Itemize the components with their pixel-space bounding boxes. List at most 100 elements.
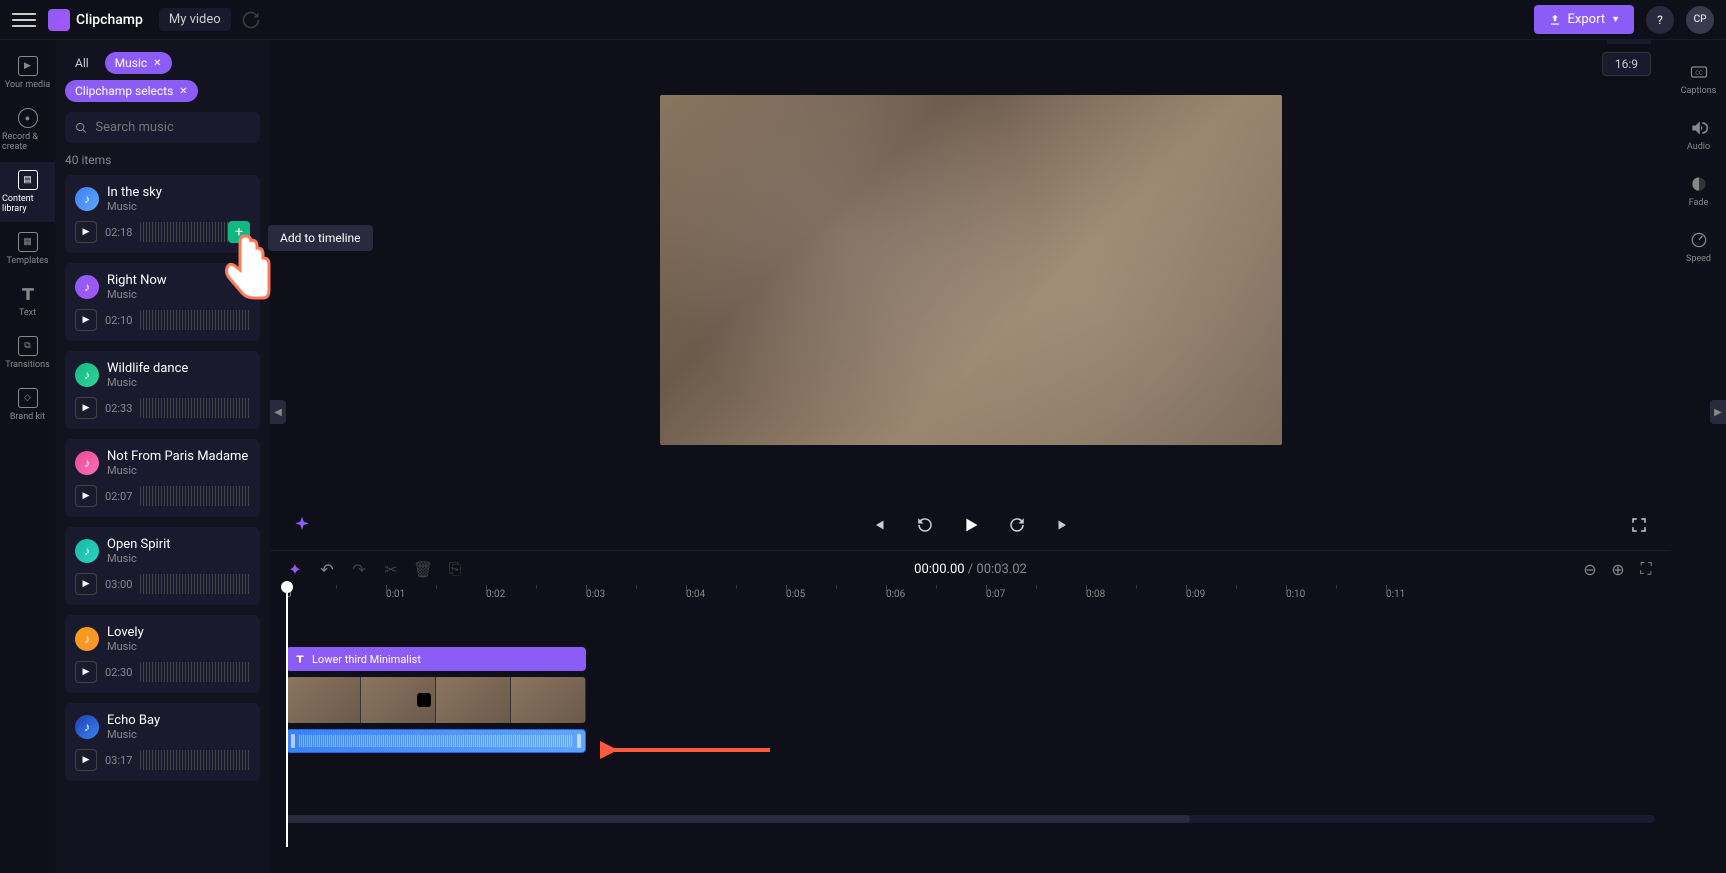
music-track-card[interactable]: ♪ Open SpiritMusic ▶ 03:00	[65, 527, 260, 605]
video-preview[interactable]	[660, 95, 1282, 445]
app-header: Clipchamp My video Export ▼ ? CP	[0, 0, 1726, 40]
speed-tab[interactable]: Speed	[1671, 220, 1726, 274]
help-button[interactable]: ?	[1646, 6, 1674, 34]
skip-forward-button[interactable]	[1051, 513, 1075, 537]
scrollbar-thumb[interactable]	[286, 815, 1190, 823]
ruler-tick: 0:10	[1286, 589, 1305, 600]
timecode-display: 00:00.00 / 00:03.02	[914, 562, 1027, 577]
audio-waveform	[299, 735, 573, 747]
audio-clip[interactable]	[286, 729, 586, 753]
track-title: Not From Paris Madame	[107, 449, 248, 464]
track-waveform	[140, 662, 250, 682]
search-input[interactable]	[95, 120, 250, 135]
timeline-scrollbar[interactable]	[286, 815, 1655, 823]
media-panel: All Music✕ Clipchamp selects✕ 40 items ♪…	[55, 40, 270, 873]
preview-play-button[interactable]: ▶	[75, 749, 97, 771]
forward-button[interactable]	[1005, 513, 1029, 537]
music-note-icon: ♪	[75, 275, 99, 299]
music-note-icon: ♪	[75, 539, 99, 563]
timeline-expand-button[interactable]: ⌄	[1607, 40, 1651, 44]
chip-all[interactable]: All	[65, 52, 99, 74]
video-clip[interactable]	[286, 677, 586, 723]
nav-brand-kit[interactable]: ◇Brand kit	[0, 380, 55, 430]
split-button[interactable]: ✂	[382, 560, 400, 578]
collapse-right-panel-button[interactable]: ▶	[1710, 400, 1726, 424]
duplicate-button[interactable]: ⎘	[446, 560, 464, 578]
close-icon[interactable]: ✕	[153, 58, 161, 69]
music-track-card[interactable]: ♪ LovelyMusic ▶ 02:30	[65, 615, 260, 693]
ruler-tick: 0:06	[886, 589, 905, 600]
ruler-tick: 0:05	[786, 589, 805, 600]
item-count: 40 items	[65, 153, 260, 167]
chip-music[interactable]: Music✕	[105, 52, 172, 74]
track-subtitle: Music	[107, 200, 162, 213]
undo-button[interactable]: ↶	[318, 560, 336, 578]
timeline-ruler[interactable]: 00:010:020:030:040:050:060:070:080:090:1…	[270, 587, 1671, 607]
fade-tab[interactable]: Fade	[1671, 164, 1726, 218]
library-icon: ▤	[18, 170, 38, 190]
rewind-button[interactable]	[913, 513, 937, 537]
preview-play-button[interactable]: ▶	[75, 397, 97, 419]
clip-handle-right[interactable]	[577, 734, 581, 748]
cursor-hand-illustration	[215, 230, 275, 314]
track-waveform	[140, 750, 250, 770]
play-button[interactable]	[959, 513, 983, 537]
nav-templates[interactable]: ▦Templates	[0, 224, 55, 274]
redo-button[interactable]: ↷	[350, 560, 368, 578]
zoom-out-button[interactable]: ⊖	[1581, 560, 1599, 578]
audio-tab[interactable]: Audio	[1671, 108, 1726, 162]
skip-back-button[interactable]	[867, 513, 891, 537]
track-waveform	[140, 574, 250, 594]
playhead[interactable]	[286, 587, 288, 847]
preview-play-button[interactable]: ▶	[75, 661, 97, 683]
music-track-card[interactable]: ♪ Not From Paris MadameMusic ▶ 02:07	[65, 439, 260, 517]
fit-zoom-button[interactable]: ⛶	[1637, 560, 1655, 578]
collapse-panel-button[interactable]: ◀	[270, 400, 286, 424]
nav-text[interactable]: Text	[0, 276, 55, 326]
video-thumbnail	[361, 677, 436, 723]
nav-your-media[interactable]: ▶Your media	[0, 48, 55, 98]
captions-tab[interactable]: CCCaptions	[1671, 52, 1726, 106]
project-name[interactable]: My video	[159, 8, 231, 31]
nav-record-create[interactable]: ●Record & create	[0, 100, 55, 160]
fullscreen-button[interactable]	[1627, 513, 1651, 537]
search-box[interactable]	[65, 112, 260, 143]
track-subtitle: Music	[107, 552, 171, 565]
music-track-card[interactable]: ♪ Echo BayMusic ▶ 03:17	[65, 703, 260, 781]
menu-button[interactable]	[12, 8, 36, 32]
speaker-icon	[1689, 118, 1709, 138]
track-waveform	[140, 486, 250, 506]
ruler-tick: 0:01	[386, 589, 405, 600]
upload-icon	[1548, 13, 1562, 27]
export-button[interactable]: Export ▼	[1534, 5, 1634, 34]
left-sidebar: ▶Your media ●Record & create ▤Content li…	[0, 40, 55, 873]
track-duration: 02:33	[105, 402, 132, 415]
track-title: Wildlife dance	[107, 361, 188, 376]
ruler-tick: 0:08	[1086, 589, 1105, 600]
preview-play-button[interactable]: ▶	[75, 573, 97, 595]
zoom-in-button[interactable]: ⊕	[1609, 560, 1627, 578]
music-track-card[interactable]: ♪ Wildlife danceMusic ▶ 02:33	[65, 351, 260, 429]
track-duration: 02:07	[105, 490, 132, 503]
clip-handle-left[interactable]	[291, 734, 295, 748]
delete-button[interactable]: 🗑	[414, 560, 432, 578]
preview-play-button[interactable]: ▶	[75, 221, 97, 243]
music-note-icon: ♪	[75, 363, 99, 387]
magic-tools-button[interactable]	[290, 513, 314, 537]
preview-play-button[interactable]: ▶	[75, 309, 97, 331]
preview-play-button[interactable]: ▶	[75, 485, 97, 507]
add-media-button[interactable]: ✦	[286, 560, 304, 578]
user-avatar[interactable]: CP	[1686, 6, 1714, 34]
templates-icon: ▦	[18, 232, 38, 252]
close-icon[interactable]: ✕	[179, 86, 187, 97]
nav-content-library[interactable]: ▤Content library	[0, 162, 55, 222]
captions-icon: CC	[1689, 62, 1709, 82]
chevron-down-icon: ▼	[1611, 14, 1620, 25]
aspect-ratio-button[interactable]: 16:9	[1602, 52, 1651, 76]
chip-clipchamp-selects[interactable]: Clipchamp selects✕	[65, 80, 198, 102]
video-thumbnail	[511, 677, 586, 723]
text-clip[interactable]: Lower third Minimalist	[286, 647, 586, 671]
track-title: Open Spirit	[107, 537, 171, 552]
nav-transitions[interactable]: ⧉Transitions	[0, 328, 55, 378]
add-to-timeline-tooltip: Add to timeline	[268, 225, 373, 251]
